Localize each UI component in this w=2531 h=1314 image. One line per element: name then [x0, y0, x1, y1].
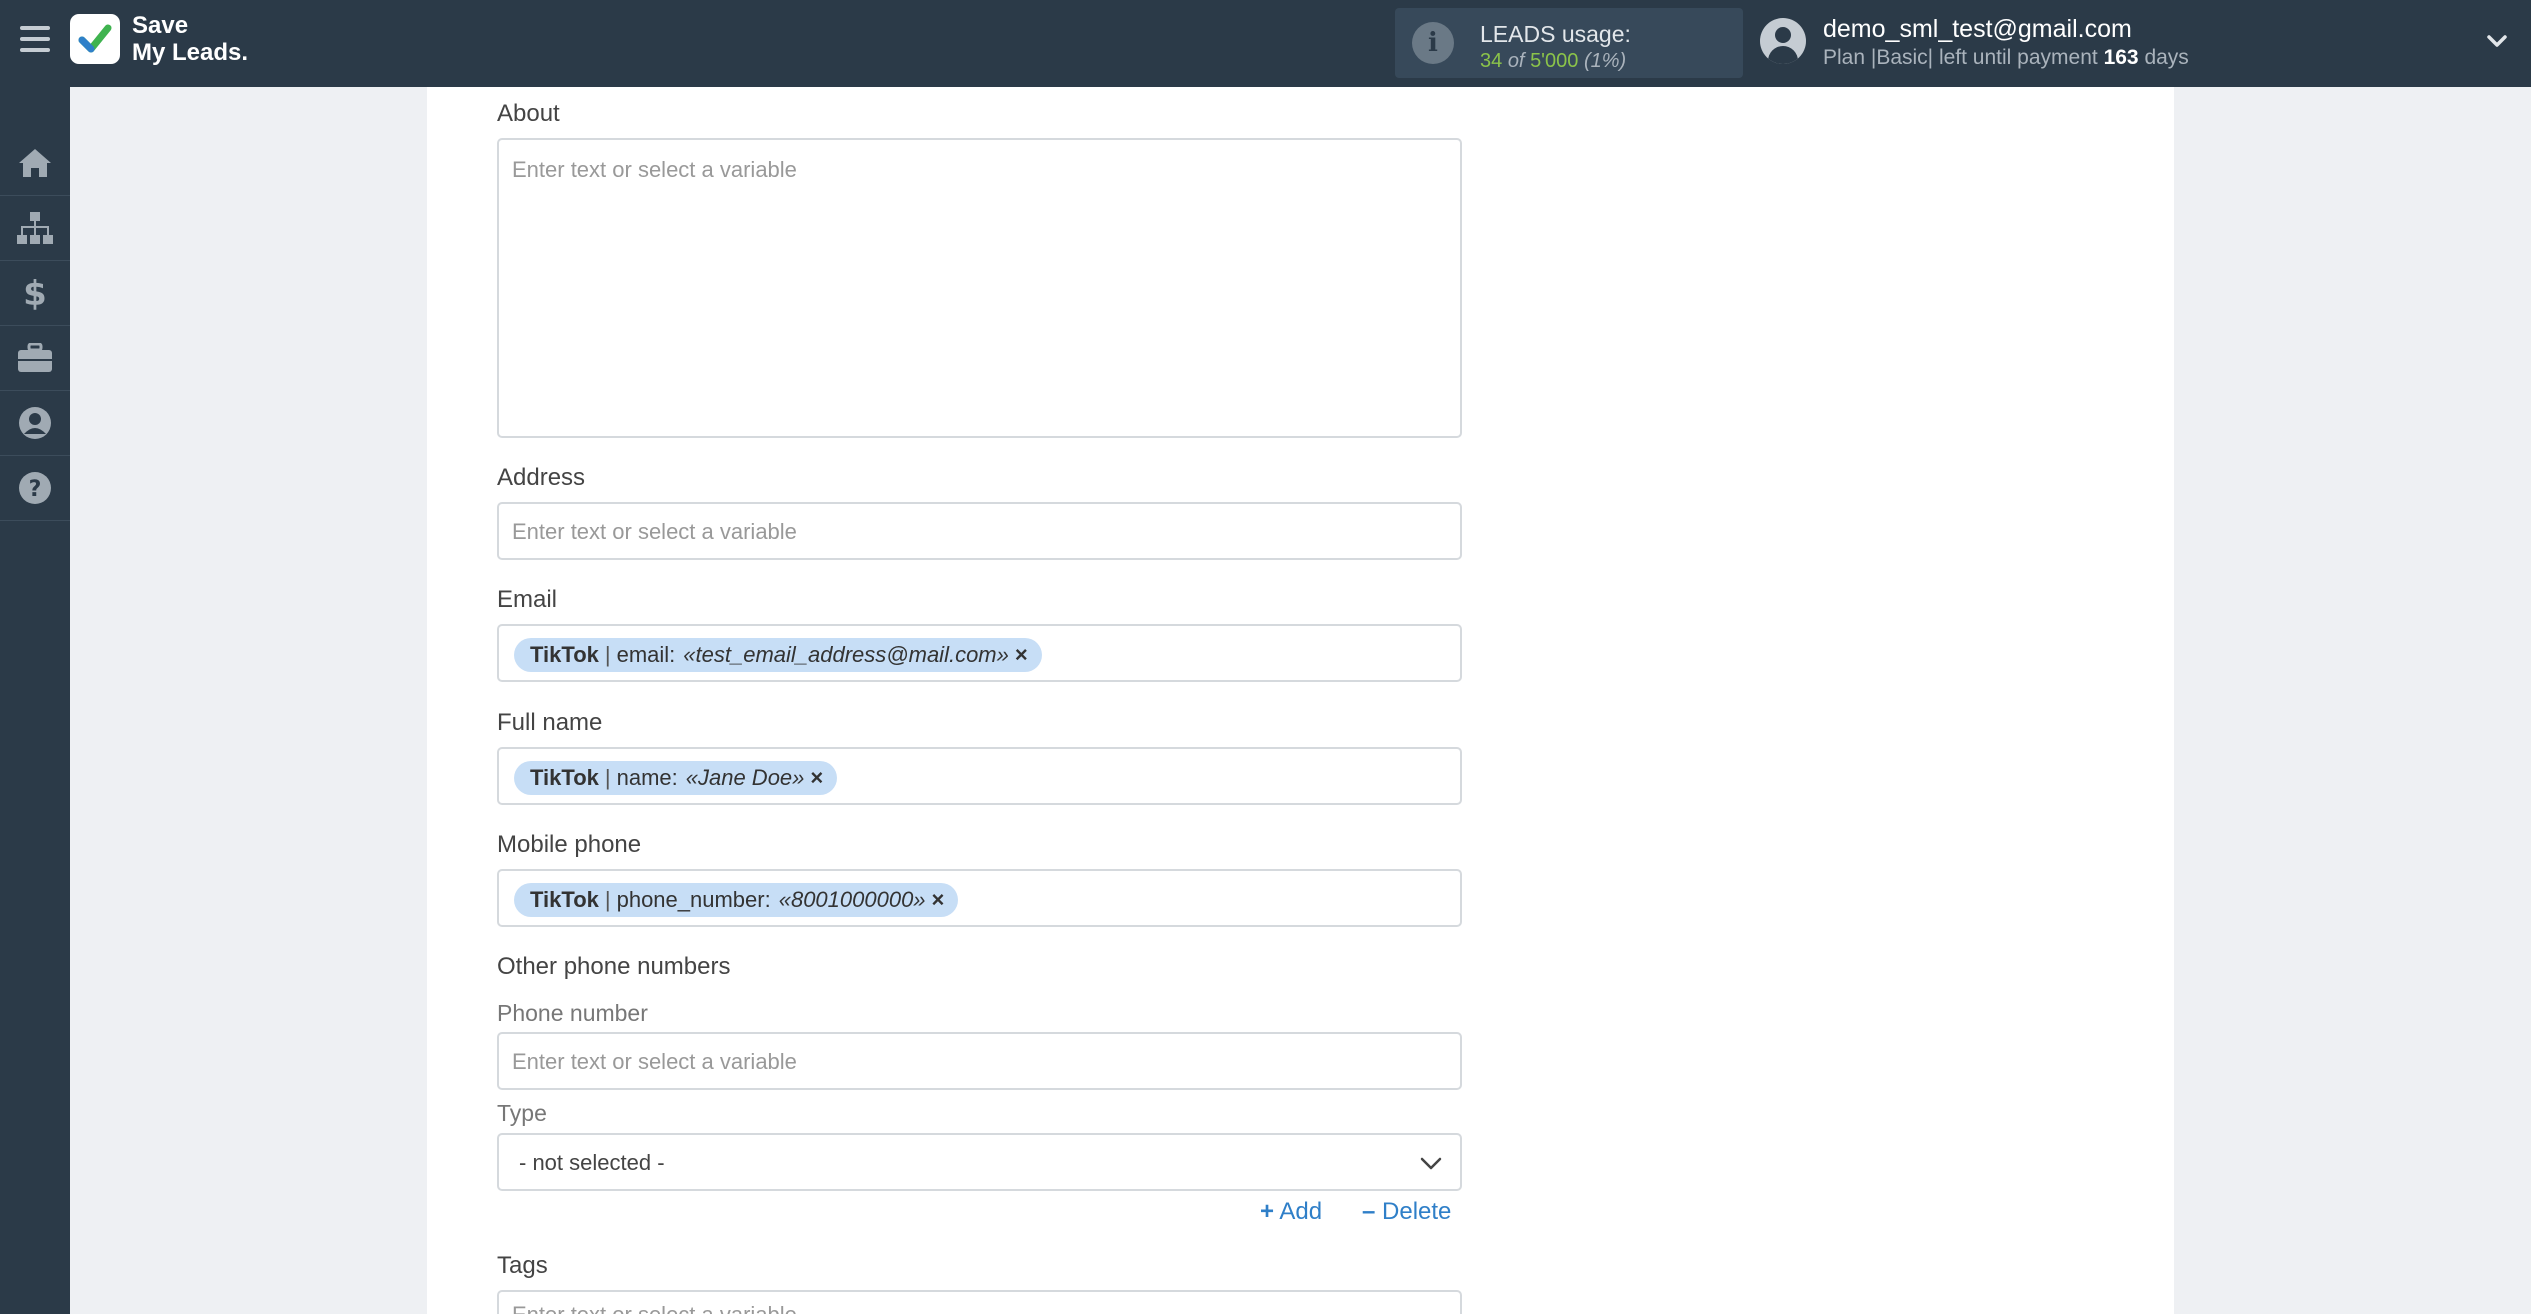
user-plan: Plan |Basic| left until payment 163 days — [1823, 46, 2189, 70]
address-placeholder: Enter text or select a variable — [512, 519, 797, 544]
add-phone-button[interactable]: + Add — [1260, 1198, 1322, 1226]
usage-line: 34 of 5'000 (1%) — [1480, 50, 1626, 73]
logo-text[interactable]: Save My Leads. — [132, 12, 248, 66]
address-label: Address — [497, 464, 586, 491]
briefcase-icon — [18, 343, 52, 372]
usage-used: 34 — [1480, 50, 1503, 72]
home-icon — [19, 149, 51, 177]
sidebar-item-home[interactable] — [0, 131, 70, 196]
logo-icon[interactable] — [70, 14, 120, 64]
mobile-phone-variable-tag[interactable]: TikTok | phone_number: «8001000000» × — [514, 883, 959, 917]
close-icon[interactable]: × — [932, 887, 945, 913]
tag-separator: | — [604, 765, 611, 790]
tag-separator: | — [604, 887, 611, 912]
type-select[interactable]: - not selected - — [497, 1133, 1462, 1191]
sidebar-item-billing[interactable]: $ — [0, 261, 70, 326]
sidebar: $ ? — [0, 87, 70, 1314]
plus-icon: + — [1260, 1198, 1275, 1225]
tags-input[interactable]: Enter text or select a variable — [497, 1290, 1462, 1314]
full-name-input[interactable]: TikTok | name: «Jane Doe» × — [497, 747, 1462, 805]
full-name-label: Full name — [497, 709, 603, 736]
type-select-value: - not selected - — [519, 1150, 665, 1175]
user-avatar-icon[interactable] — [1760, 18, 1806, 64]
usage-title: LEADS usage: — [1480, 21, 1631, 47]
about-label: About — [497, 100, 560, 127]
menu-icon[interactable] — [20, 26, 50, 52]
tags-label: Tags — [497, 1252, 548, 1279]
plan-days: 163 — [2103, 46, 2139, 69]
tag-field: name: — [616, 765, 678, 790]
email-variable-tag[interactable]: TikTok | email: «test_email_address@mail… — [514, 638, 1042, 672]
dollar-icon: $ — [23, 275, 47, 311]
tag-source: TikTok — [530, 765, 599, 790]
about-textarea[interactable]: Enter text or select a variable — [497, 138, 1462, 438]
usage-of: of — [1507, 50, 1525, 72]
tag-value: «8001000000» — [778, 887, 926, 912]
email-input[interactable]: TikTok | email: «test_email_address@mail… — [497, 624, 1462, 682]
phone-number-label: Phone number — [497, 1000, 648, 1026]
usage-total: 5'000 — [1530, 50, 1579, 72]
sidebar-item-help[interactable]: ? — [0, 456, 70, 521]
svg-text:?: ? — [29, 477, 42, 502]
logo-line1: Save — [132, 12, 189, 39]
logo-line2: My Leads. — [132, 39, 249, 66]
mobile-phone-input[interactable]: TikTok | phone_number: «8001000000» × — [497, 869, 1462, 927]
usage-percent: (1%) — [1583, 50, 1627, 72]
chevron-down-icon[interactable] — [2486, 30, 2508, 52]
leads-usage-box: i LEADS usage: 34 of 5'000 (1%) — [1395, 8, 1743, 78]
minus-icon: – — [1362, 1198, 1376, 1225]
info-icon: i — [1412, 22, 1454, 64]
tag-field: phone_number: — [616, 887, 771, 912]
mobile-phone-label: Mobile phone — [497, 831, 642, 858]
top-header: Save My Leads. i LEADS usage: 34 of 5'00… — [0, 0, 2531, 87]
close-icon[interactable]: × — [810, 765, 823, 791]
tag-source: TikTok — [530, 642, 599, 667]
question-icon: ? — [19, 472, 51, 504]
tag-value: «test_email_address@mail.com» — [683, 642, 1009, 667]
user-email[interactable]: demo_sml_test@gmail.com — [1823, 15, 2132, 44]
phone-number-placeholder: Enter text or select a variable — [512, 1049, 797, 1074]
about-placeholder: Enter text or select a variable — [512, 157, 797, 182]
type-label: Type — [497, 1100, 547, 1126]
sitemap-icon — [17, 212, 53, 244]
tags-placeholder: Enter text or select a variable — [512, 1302, 797, 1314]
other-phones-title: Other phone numbers — [497, 953, 731, 980]
user-circle-icon — [19, 407, 51, 439]
sidebar-item-tools[interactable] — [0, 326, 70, 391]
tag-source: TikTok — [530, 887, 599, 912]
delete-phone-button[interactable]: – Delete — [1362, 1198, 1451, 1226]
full-name-variable-tag[interactable]: TikTok | name: «Jane Doe» × — [514, 761, 838, 795]
close-icon[interactable]: × — [1015, 642, 1028, 668]
add-label: Add — [1279, 1198, 1323, 1225]
address-input[interactable]: Enter text or select a variable — [497, 502, 1462, 560]
svg-text:$: $ — [23, 275, 47, 311]
tag-value: «Jane Doe» — [685, 765, 805, 790]
sidebar-item-connections[interactable] — [0, 196, 70, 261]
sidebar-item-account[interactable] — [0, 391, 70, 456]
tag-separator: | — [604, 642, 611, 667]
email-label: Email — [497, 586, 558, 613]
phone-number-input[interactable]: Enter text or select a variable — [497, 1032, 1462, 1090]
tag-field: email: — [616, 642, 676, 667]
chevron-down-icon — [1420, 1157, 1442, 1170]
delete-label: Delete — [1382, 1198, 1452, 1225]
plan-days-suffix: days — [2144, 46, 2189, 69]
plan-text: Plan |Basic| left until payment — [1823, 46, 2098, 69]
